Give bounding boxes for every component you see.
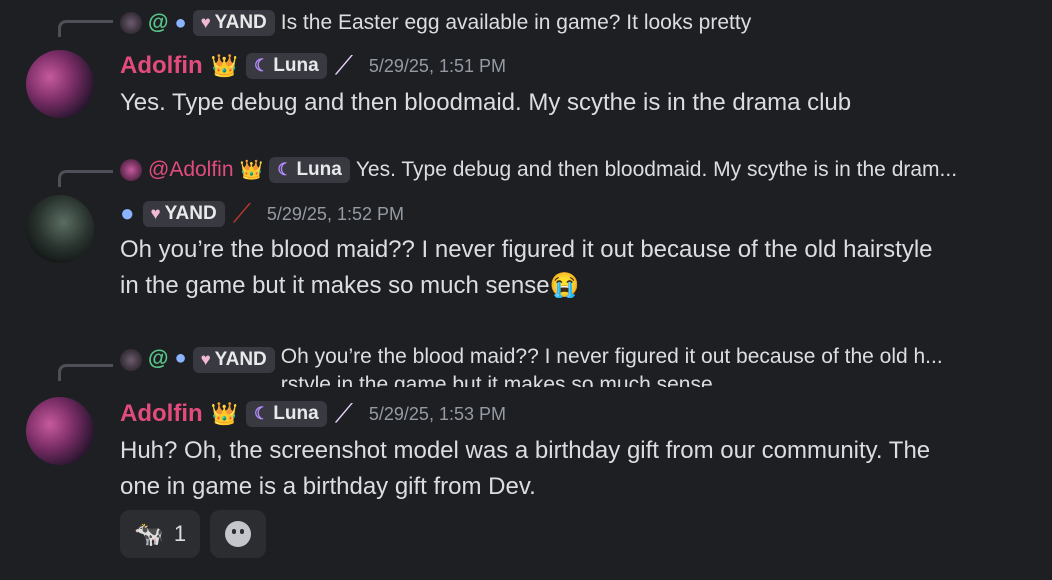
message-header: Adolfin 👑 ☾ Luna ⟋ 5/29/25, 1:51 PM	[120, 50, 506, 82]
reply-mention: @	[148, 11, 169, 34]
message-line: one in game is a birthday gift from Dev.	[120, 473, 536, 500]
reply-tag: ♥ YAND	[192, 347, 275, 373]
reply-connector	[58, 170, 113, 187]
reply-text: Oh you’re the blood maid?? I never figur…	[280, 345, 943, 387]
message-line: Huh? Oh, the screenshot model was a birt…	[120, 437, 931, 464]
chat-view: @ ● ♥ YAND Is the Easter egg available in…	[0, 0, 1052, 580]
timestamp: 5/29/25, 1:52 PM	[266, 203, 404, 224]
reply-tag: ♥ YAND	[192, 10, 275, 36]
heart-icon: ♥	[200, 350, 211, 369]
blueberry-icon: ●	[174, 11, 187, 34]
timestamp: 5/29/25, 1:53 PM	[368, 403, 506, 424]
reply-text: Is the Easter egg available in game? It …	[280, 11, 752, 34]
message-line: Oh you’re the blood maid?? I never figur…	[120, 236, 933, 263]
reply-user-avatar	[120, 159, 142, 181]
reply-connector	[58, 364, 113, 381]
message-line: in the game but it makes so much sense😭	[120, 272, 580, 299]
sword-icon: ⟋	[334, 50, 353, 80]
reply-connector	[58, 20, 113, 37]
reply-user-avatar	[120, 12, 142, 34]
reply-text: Yes. Type debug and then bloodmaid. My s…	[355, 158, 958, 181]
moon-icon: ☾	[277, 160, 293, 179]
reaction-button[interactable]: 🐄 1	[120, 510, 201, 558]
moon-icon: ☾	[254, 56, 270, 75]
reply-preview[interactable]: @Adolfin 👑 ☾ Luna Yes. Type debug and the…	[120, 157, 957, 183]
reply-user-avatar	[120, 349, 142, 371]
smiley-icon	[225, 521, 252, 547]
server-tag[interactable]: ☾ Luna	[246, 401, 327, 427]
message-content: Yes. Type debug and then bloodmaid. My s…	[120, 89, 852, 116]
blueberry-icon: ●	[174, 347, 187, 369]
timestamp: 5/29/25, 1:51 PM	[368, 55, 506, 76]
username[interactable]: Adolfin	[120, 52, 203, 80]
reply-tag: ☾ Luna	[269, 157, 350, 183]
avatar[interactable]	[26, 195, 94, 263]
crown-icon: 👑	[210, 53, 239, 78]
dagger-icon: ⟋	[232, 198, 251, 228]
reply-preview[interactable]: @ ● ♥ YAND Oh you’re the blood maid?? I n…	[120, 343, 943, 387]
blueberry-icon: ●	[120, 200, 135, 227]
moon-icon: ☾	[254, 404, 270, 423]
server-tag[interactable]: ☾ Luna	[246, 53, 327, 79]
username[interactable]: Adolfin	[120, 400, 203, 428]
add-reaction-button[interactable]	[210, 510, 267, 558]
reaction-count: 1	[173, 521, 187, 546]
message-header: Adolfin 👑 ☾ Luna ⟋ 5/29/25, 1:53 PM	[120, 398, 506, 430]
crown-icon: 👑	[239, 160, 264, 181]
avatar[interactable]	[26, 397, 94, 465]
heart-icon: ♥	[200, 13, 211, 32]
server-tag[interactable]: ♥ YAND	[142, 201, 225, 227]
heart-icon: ♥	[150, 204, 161, 223]
reply-preview[interactable]: @ ● ♥ YAND Is the Easter egg available in…	[120, 10, 751, 36]
message-content: Huh? Oh, the screenshot model was a birt…	[120, 433, 1030, 505]
crown-icon: 👑	[210, 401, 239, 426]
crying-emoji: 😭	[549, 272, 580, 299]
reactions-bar: 🐄 1	[120, 510, 267, 558]
reply-mention: @	[148, 347, 169, 370]
avatar[interactable]	[26, 50, 94, 118]
message-content: Oh you’re the blood maid?? I never figur…	[120, 232, 1030, 304]
message-header: ● ♥ YAND ⟋ 5/29/25, 1:52 PM	[120, 198, 404, 230]
sword-icon: ⟋	[334, 398, 353, 428]
reaction-emoji: 🐄	[134, 520, 164, 548]
reply-mention: @Adolfin	[148, 158, 234, 181]
